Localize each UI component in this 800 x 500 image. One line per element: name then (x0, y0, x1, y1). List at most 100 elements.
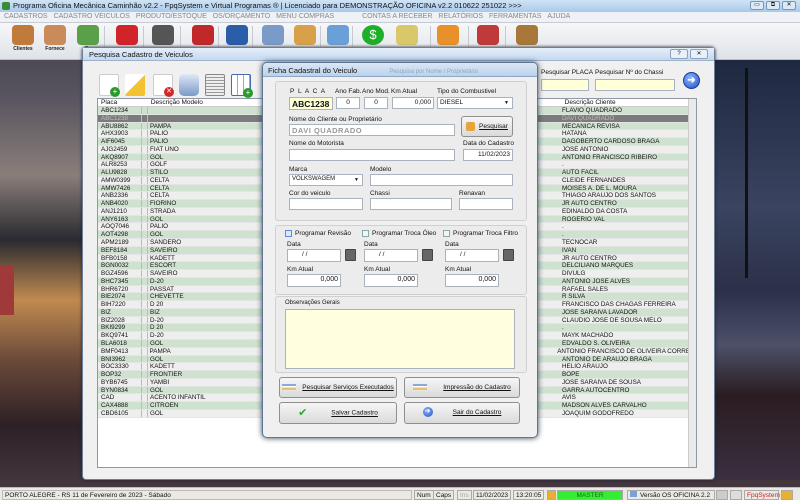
schedule-label: Programar Troca Filtro (453, 230, 519, 237)
schedule-km-label: Km Atual (364, 266, 391, 273)
km-atual-field[interactable]: 0,000 (392, 97, 434, 109)
monitor-icon[interactable] (730, 490, 742, 500)
help-button[interactable]: ? (670, 49, 688, 59)
dialog-title: Ficha Cadastral do Veiculo (268, 66, 358, 75)
print-record-button[interactable]: Impressão do Cadastro (404, 377, 520, 398)
search-client-button[interactable]: Pesquisar (461, 116, 513, 137)
schedule-checkbox[interactable] (443, 230, 450, 237)
cell-cliente: R SILVA (562, 293, 586, 301)
toolbar-button[interactable]: Clientes (8, 25, 38, 59)
fuel-select[interactable]: DIESEL ▼ (437, 97, 513, 109)
menu-item[interactable]: CADASTROS (4, 12, 54, 22)
cell-placa: AMW7426 (98, 184, 142, 192)
observations-textarea[interactable] (285, 309, 515, 369)
exit-record-label: Sair do Cadastro (452, 409, 502, 416)
schedule-km-field[interactable]: 0,000 (445, 274, 499, 287)
client-field[interactable]: DAVI QUADRADO (289, 124, 455, 136)
schedule-km-field[interactable]: 0,000 (287, 274, 341, 287)
exit-record-button[interactable]: ➜ Sair do Cadastro (404, 402, 520, 424)
menu-item[interactable]: PRODUTO/ESTOQUE (136, 12, 213, 22)
toolbar-button[interactable]: Fornece (40, 25, 70, 59)
support-icon (477, 25, 499, 45)
delete-icon[interactable]: ✕ (153, 74, 174, 97)
renavan-label: Renavan (459, 190, 486, 197)
add-grid-icon[interactable]: + (231, 74, 253, 98)
color-field[interactable] (289, 198, 363, 210)
menu-bar: CADASTROS CADASTRO VEICULOS PRODUTO/ESTOQU… (0, 12, 800, 23)
schedule-checkbox[interactable] (285, 230, 292, 237)
cell-cliente: . (562, 161, 564, 169)
ano-mod-field[interactable]: 0 (364, 97, 388, 109)
schedule-date-field[interactable]: / / (287, 249, 341, 262)
col-cliente[interactable]: Descrição Cliente (565, 99, 616, 106)
schedule-date-field[interactable]: / / (364, 249, 418, 262)
grid-scrollbar[interactable] (688, 99, 696, 467)
menu-item[interactable]: FERRAMENTAS (489, 12, 547, 22)
schedule-km-field[interactable]: 0,000 (364, 274, 418, 287)
report-icon[interactable] (205, 74, 225, 96)
minimize-button[interactable]: ▭ (750, 1, 764, 10)
model-field[interactable] (370, 174, 513, 186)
calendar-icon[interactable] (345, 249, 356, 261)
renavan-field[interactable] (459, 198, 513, 210)
cell-placa: BEF8184 (98, 246, 142, 254)
menu-item[interactable]: CADASTRO VEICULOS (54, 12, 136, 22)
ano-fab-field[interactable]: 0 (336, 97, 360, 109)
dialog-titlebar: Ficha Cadastral do Veiculo Pesquisa por … (263, 63, 537, 77)
placa-field[interactable]: ABC1238 (289, 97, 333, 110)
menu-item[interactable]: OS/ORÇAMENTO (213, 12, 276, 22)
cell-placa: BKQ9741 (98, 332, 142, 339)
tools-icon (327, 25, 349, 45)
brand-value: VOLKSWAGEM (292, 176, 336, 182)
fpq-icon (781, 490, 793, 500)
search-placa-input[interactable] (541, 79, 589, 91)
behind-dialog-title: Pesquisa por Nome / Proprietário (389, 69, 479, 75)
edit-icon[interactable] (125, 74, 145, 96)
search-window-close-button[interactable]: ✕ (690, 49, 708, 59)
cell-cliente: JR AUTO CENTRO (562, 254, 617, 262)
cell-placa: BIE2074 (98, 293, 142, 300)
schedule-date-field[interactable]: / / (445, 249, 499, 262)
cell-cliente: . (562, 231, 564, 239)
chassi-field[interactable] (370, 198, 452, 210)
cell-cliente: . (562, 324, 564, 332)
schedule-label: Programar Revisão (295, 230, 351, 237)
schedule-km-label: Km Atual (287, 266, 314, 273)
wallpaper-right (700, 60, 800, 480)
menu-item[interactable]: AJUDA (547, 12, 576, 22)
driver-field[interactable] (289, 149, 455, 161)
print-icon[interactable] (179, 74, 199, 96)
toolbar-label: Fornece (45, 46, 65, 52)
search-services-button[interactable]: Pesquisar Serviços Executados (279, 377, 397, 398)
schedule-checkbox[interactable] (362, 230, 369, 237)
printer-icon[interactable] (716, 490, 728, 500)
archive-icon (294, 25, 316, 45)
cell-placa: ANB2336 (98, 192, 142, 199)
calendar-icon[interactable] (422, 249, 433, 261)
calendar-icon[interactable] (503, 249, 514, 261)
menu-item[interactable]: MENU COMPRAS (276, 12, 340, 22)
maximize-button[interactable]: ⧉ (766, 1, 780, 10)
ano-fab-label: Ano Fab. (335, 88, 362, 95)
arrow-right-icon: ➜ (422, 407, 433, 418)
cell-cliente: ANTONIO FRANCISCO RIBEIRO (562, 153, 658, 161)
cell-cliente: ANTONIO FRANCISCO DE OLIVEIRA CORREIA (557, 347, 696, 355)
cell-cliente: GARRA AUTOCENTRO (562, 386, 630, 394)
cell-cliente: ANTONIO JOSE ALVES (562, 277, 631, 285)
registration-date-field[interactable]: 11/02/2023 (463, 149, 513, 161)
km-atual-label: Km Atual (391, 88, 418, 95)
new-record-icon[interactable]: + (99, 74, 120, 97)
close-button[interactable]: ✕ (782, 1, 796, 10)
brand-select[interactable]: VOLKSWAGEM ▼ (289, 174, 363, 186)
schedule-label: Programar Troca Óleo (372, 230, 437, 237)
cell-placa: CAX4888 (98, 402, 142, 409)
search-chassi-input[interactable] (595, 79, 675, 91)
save-button[interactable]: ✔ Salvar Cadastro (279, 402, 397, 424)
col-placa[interactable]: Placa (101, 99, 149, 106)
clients-icon (12, 25, 34, 45)
menu-item[interactable]: CONTAS A RECEBER (362, 12, 438, 22)
search-go-button[interactable]: ➜ (683, 72, 700, 89)
cell-cliente: JOSE ANTONIO (562, 145, 609, 153)
menu-item[interactable]: RELATÓRIOS (438, 12, 489, 22)
cell-cliente: FRANCISCO DAS CHAGAS FERREIRA (562, 301, 676, 309)
